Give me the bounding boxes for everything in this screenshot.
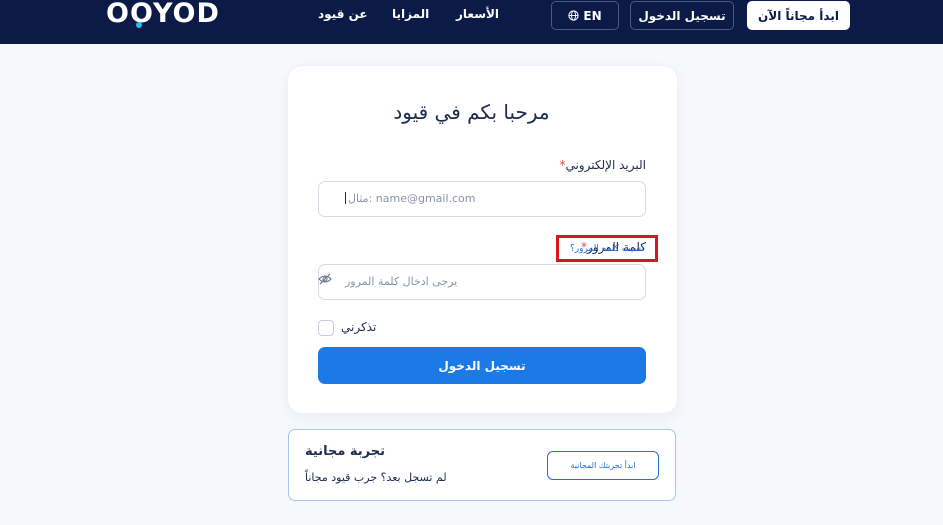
password-placeholder: يرجى ادخال كلمة المرور <box>345 275 458 288</box>
nav-pricing[interactable]: الأسعار <box>456 7 499 21</box>
email-placeholder: مثال: name@gmail.com <box>345 192 476 205</box>
language-switch-button[interactable]: EN <box>551 1 619 30</box>
free-trial-title: تجربة مجانية <box>305 444 385 459</box>
header-login-button[interactable]: تسجيل الدخول <box>630 1 734 30</box>
nav-about[interactable]: عن قيود <box>318 7 368 21</box>
login-submit-button[interactable]: تسجيل الدخول <box>318 347 646 384</box>
logo-dot <box>136 22 142 28</box>
remember-me-checkbox[interactable] <box>318 320 334 336</box>
email-label: البريد الإلكتروني* <box>556 158 646 172</box>
globe-icon <box>568 10 580 21</box>
start-trial-button[interactable]: ابدأ تجربتك المجانية <box>547 451 659 480</box>
email-placeholder-text: مثال: name@gmail.com <box>348 192 476 205</box>
remember-me-label: تذكرني <box>341 320 377 334</box>
logo-text: OOYOD <box>106 0 220 29</box>
language-label: EN <box>583 8 602 23</box>
text-cursor <box>345 192 346 204</box>
nav-features[interactable]: المزايا <box>392 7 429 21</box>
free-trial-subtitle: لم تسجل بعد؟ جرب قيود مجاناً <box>305 471 447 484</box>
eye-slash-icon[interactable] <box>318 273 332 285</box>
email-label-text: البريد الإلكتروني <box>565 158 646 172</box>
password-field[interactable]: يرجى ادخال كلمة المرور <box>318 264 646 300</box>
start-free-button[interactable]: ابدأ مجاناً الآن <box>747 1 850 30</box>
forgot-password-link[interactable]: نسيت كلمه المرور؟ <box>556 235 658 262</box>
ooyod-logo[interactable]: OOYOD <box>106 0 220 28</box>
top-navigation-bar: OOYOD عن قيود المزايا الأسعار EN تسجيل ا… <box>0 0 943 44</box>
email-field[interactable]: مثال: name@gmail.com <box>318 181 646 217</box>
login-title: مرحبا بكم في قيود <box>393 100 550 124</box>
